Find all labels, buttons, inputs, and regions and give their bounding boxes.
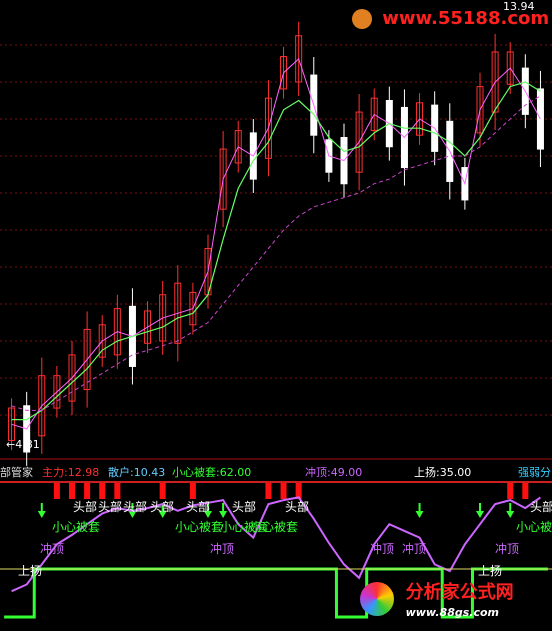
signal-label: 冲顶 [495,542,520,556]
indicator-item-top: 冲顶:49.00 [305,466,363,479]
brand-logo-icon [360,581,394,616]
down-arrow-icon [506,511,515,518]
head-signal-bar [265,483,272,499]
head-signal-bar [280,483,287,499]
signal-label: 头部 [98,500,123,514]
indicator-item-strength: 强弱分 [518,466,551,479]
signal-label: 小心被套 [52,520,101,534]
indicator-item-trap: 小心被套:62.00 [172,466,252,479]
signal-label: 头部 [150,500,175,514]
candle-body [536,88,544,150]
down-arrow-icon [476,511,484,518]
signal-label: 小心被 [516,520,552,534]
series-line-1 [11,81,541,421]
signal-label: 头部 [73,500,98,514]
down-arrow-icon [219,511,228,518]
signal-label: 上扬 [478,564,503,578]
chart-window: www.55188.com 13.94 ←4.81 部管家 主力:12.98 散… [0,0,552,631]
indicator-item-main: 主力:12.98 [42,466,100,479]
down-arrow-icon [415,511,424,518]
head-signal-bar [53,483,60,499]
watermark-bottom: 分析家公式网 www.88gs.com [360,578,514,619]
head-signal-bar [507,483,514,499]
down-arrow-icon [37,511,46,518]
head-signal-bar [114,483,121,499]
signal-label: 头部 [530,500,552,514]
signal-label: 冲顶 [40,542,65,556]
head-signal-bar [99,483,106,499]
chart-canvas [0,21,552,619]
indicator-name: 部管家 [0,466,33,479]
signal-label: 冲顶 [210,542,235,556]
signal-label: 冲顶 [370,542,395,556]
signal-label: 冲顶 [402,542,427,556]
head-signal-bar [189,483,196,499]
series-line-0 [11,58,541,430]
signal-label: 小心被套 [175,520,224,534]
low-price-label: ←4.81 [6,438,40,451]
signal-label: 小心被套 [250,520,299,534]
high-price-label: 13.94 [503,0,535,13]
logo-icon [352,9,372,29]
signal-label: 头部 [186,500,211,514]
signal-label: 上扬 [18,564,43,578]
indicator-item-retail: 散户:10.43 [108,466,166,479]
indicator-item-rise: 上扬:35.00 [414,466,472,479]
head-signal-bar [69,483,75,499]
head-signal-bar [84,483,91,499]
head-signal-bar [159,483,166,499]
signal-label: 头部 [285,500,310,514]
head-signal-bar [522,483,529,499]
signal-label: 头部 [232,500,257,514]
signal-label: 头部 [123,500,148,514]
